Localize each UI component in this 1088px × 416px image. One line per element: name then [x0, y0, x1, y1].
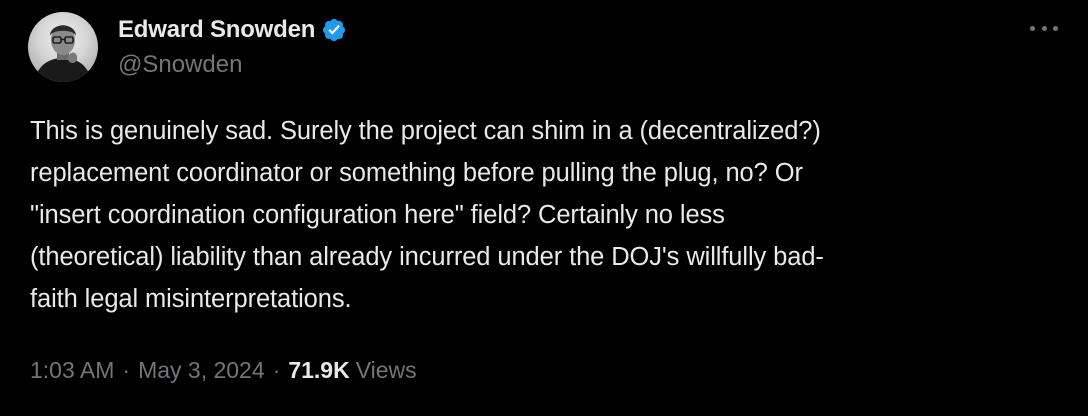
- author-names: Edward Snowden @Snowden: [118, 15, 347, 79]
- tweet-header: Edward Snowden @Snowden: [28, 12, 347, 82]
- more-dot-icon: [1053, 25, 1058, 31]
- name-row: Edward Snowden: [118, 15, 347, 45]
- meta-separator: ·: [272, 357, 281, 383]
- tweet-date[interactable]: May 3, 2024: [138, 357, 265, 384]
- verified-badge-icon[interactable]: [321, 17, 347, 43]
- more-options-button[interactable]: [1030, 18, 1058, 38]
- author-handle[interactable]: @Snowden: [118, 51, 347, 79]
- avatar-photo-icon: [34, 25, 92, 82]
- meta-separator: ·: [122, 357, 131, 383]
- tweet-time[interactable]: 1:03 AM: [30, 357, 114, 384]
- tweet-meta: 1:03 AM · May 3, 2024 · 71.9K Views: [30, 357, 417, 384]
- more-dot-icon: [1041, 25, 1047, 31]
- tweet-text: This is genuinely sad. Surely the projec…: [30, 117, 824, 313]
- display-name[interactable]: Edward Snowden: [118, 16, 315, 44]
- more-dot-icon: [1030, 25, 1035, 31]
- views-count[interactable]: 71.9K: [288, 357, 349, 384]
- tweet-card: Edward Snowden @Snowden This is genuinel…: [0, 0, 1088, 416]
- views-label: Views: [355, 357, 417, 383]
- avatar[interactable]: [28, 12, 98, 82]
